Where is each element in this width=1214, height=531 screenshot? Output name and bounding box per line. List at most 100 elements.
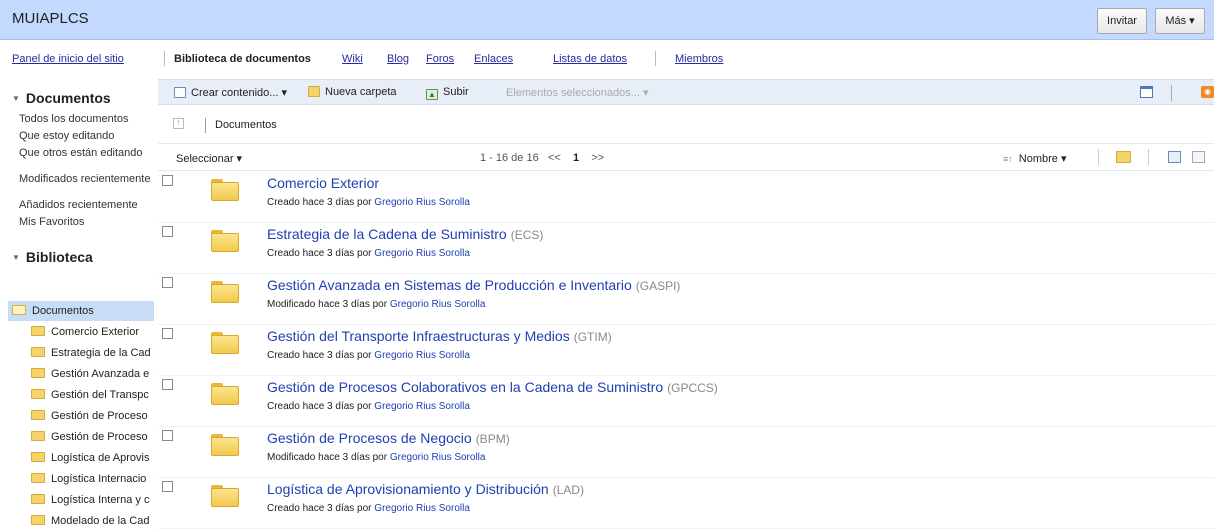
filter-recently-modified[interactable]: Modificados recientemente <box>19 173 156 185</box>
folder-up-icon[interactable]: ↑ <box>173 118 184 129</box>
author-link[interactable]: Gregorio Rius Sorolla <box>374 503 470 514</box>
show-folders-icon[interactable] <box>1116 151 1131 163</box>
site-navigation: Panel de inicio del sitio Biblioteca de … <box>0 41 1214 78</box>
folder-name: Comercio Exterior <box>267 175 380 191</box>
detailed-view-icon[interactable] <box>1168 151 1181 163</box>
site-header: MUIAPLCS Invitar Más ▾ <box>0 0 1214 40</box>
upload-button[interactable]: ▲ Subir <box>426 86 469 100</box>
tree-item[interactable]: Modelado de la Cad <box>31 511 155 531</box>
tree-item-documents-root[interactable]: Documentos <box>12 301 136 321</box>
selected-items-menu[interactable]: Elementos seleccionados... ▾ <box>506 86 648 99</box>
simple-view-icon[interactable] <box>1192 151 1205 163</box>
nav-divider <box>164 51 165 66</box>
tree-item-label: Gestión Avanzada e <box>51 368 150 380</box>
tree-item[interactable]: Estrategia de la Cad <box>31 343 155 363</box>
folder-abbreviation: (BPM) <box>475 432 510 446</box>
row-checkbox[interactable] <box>162 328 173 339</box>
breadcrumb-current[interactable]: Documentos <box>215 119 277 131</box>
filter-all-documents[interactable]: Todos los documentos <box>19 113 156 125</box>
row-checkbox[interactable] <box>162 226 173 237</box>
filter-others-editing[interactable]: Que otros están editando <box>19 147 156 159</box>
tree-item[interactable]: Logística de Aprovis <box>31 448 155 468</box>
tree-item[interactable]: Gestión de Proceso <box>31 427 155 447</box>
folder-icon[interactable] <box>211 179 239 201</box>
author-link[interactable]: Gregorio Rius Sorolla <box>374 350 470 361</box>
folder-title-link[interactable]: Estrategia de la Cadena de Suministro (EC… <box>267 226 543 242</box>
sort-menu[interactable]: ≡↑ Nombre ▾ <box>1003 152 1066 165</box>
pagination-next[interactable]: >> <box>591 152 604 164</box>
filter-recently-added[interactable]: Añadidos recientemente <box>19 199 156 211</box>
row-checkbox[interactable] <box>162 430 173 441</box>
folder-icon[interactable] <box>211 230 239 252</box>
more-button[interactable]: Más ▾ <box>1155 8 1205 34</box>
folder-icon[interactable] <box>211 332 239 354</box>
folder-title-link[interactable]: Gestión del Transporte Infraestructuras … <box>267 328 612 344</box>
select-menu[interactable]: Seleccionar ▾ <box>176 152 242 165</box>
author-link[interactable]: Gregorio Rius Sorolla <box>390 452 486 463</box>
filter-editing[interactable]: Que estoy editando <box>19 130 156 142</box>
row-checkbox[interactable] <box>162 277 173 288</box>
folder-icon[interactable] <box>211 383 239 405</box>
nav-blog[interactable]: Blog <box>387 53 409 65</box>
author-link[interactable]: Gregorio Rius Sorolla <box>390 299 486 310</box>
folder-icon[interactable] <box>211 281 239 303</box>
nav-members[interactable]: Miembros <box>675 53 723 65</box>
nav-wiki[interactable]: Wiki <box>342 53 363 65</box>
row-checkbox[interactable] <box>162 481 173 492</box>
filter-favorites[interactable]: Mis Favoritos <box>19 216 156 228</box>
library-section-heading[interactable]: ▼ Biblioteca <box>12 249 93 265</box>
sort-field-label: Nombre ▾ <box>1018 153 1067 165</box>
folder-icon <box>31 410 45 420</box>
breadcrumb-divider <box>205 118 206 133</box>
meta-text: Creado hace 3 días por <box>267 401 372 412</box>
invite-button[interactable]: Invitar <box>1097 8 1147 34</box>
tree-item[interactable]: Logística Interna y c <box>31 490 155 510</box>
folder-name: Gestión del Transporte Infraestructuras … <box>267 328 570 344</box>
list-item: Estrategia de la Cadena de Suministro (EC… <box>158 223 1214 274</box>
folder-title-link[interactable]: Logística de Aprovisionamiento y Distrib… <box>267 481 584 497</box>
tree-item-label: Logística Internacio <box>51 473 147 485</box>
tree-item[interactable]: Logística Internacio <box>31 469 155 489</box>
nav-data-lists[interactable]: Listas de datos <box>553 53 627 65</box>
folder-icon[interactable] <box>211 485 239 507</box>
header-divider <box>1148 149 1149 165</box>
pagination-prev[interactable]: << <box>548 152 561 164</box>
collapse-triangle-icon: ▼ <box>12 94 20 103</box>
collapse-triangle-icon: ▼ <box>12 253 20 262</box>
new-folder-button[interactable]: Nueva carpeta <box>308 86 397 98</box>
tree-item[interactable]: Gestión del Transpc <box>31 385 155 405</box>
folder-icon[interactable] <box>211 434 239 456</box>
meta-text: Creado hace 3 días por <box>267 503 372 514</box>
nav-document-library[interactable]: Biblioteca de documentos <box>174 53 311 65</box>
tree-item[interactable]: Gestión Avanzada e <box>31 364 155 384</box>
folder-title-link[interactable]: Gestión de Procesos de Negocio (BPM) <box>267 430 510 446</box>
nav-forums[interactable]: Foros <box>426 53 454 65</box>
upload-icon: ▲ <box>426 89 438 100</box>
tree-item-label: Logística Interna y c <box>51 494 150 506</box>
tree-item[interactable]: Comercio Exterior <box>31 322 155 342</box>
row-checkbox[interactable] <box>162 379 173 390</box>
document-toolbar: Crear contenido... ▾ Nueva carpeta ▲ Subi… <box>158 79 1214 105</box>
list-item: Comercio Exterior Creado hace 3 días por… <box>158 172 1214 223</box>
folder-title-link[interactable]: Gestión Avanzada en Sistemas de Producci… <box>267 277 680 293</box>
tree-item-label: Modelado de la Cad <box>51 515 150 527</box>
folder-title-link[interactable]: Gestión de Procesos Colaborativos en la … <box>267 379 718 395</box>
tree-item[interactable]: Gestión de Proceso <box>31 406 155 426</box>
tree-item-label: Gestión del Transpc <box>51 389 149 401</box>
list-item: Logística de Aprovisionamiento y Distrib… <box>158 478 1214 529</box>
folder-meta: Creado hace 3 días por Gregorio Rius Sor… <box>267 350 470 361</box>
author-link[interactable]: Gregorio Rius Sorolla <box>374 401 470 412</box>
create-content-button[interactable]: Crear contenido... ▾ <box>174 86 287 99</box>
meta-text: Creado hace 3 días por <box>267 248 372 259</box>
row-checkbox[interactable] <box>162 175 173 186</box>
author-link[interactable]: Gregorio Rius Sorolla <box>374 197 470 208</box>
list-item: Gestión Avanzada en Sistemas de Producci… <box>158 274 1214 325</box>
nav-site-dashboard[interactable]: Panel de inicio del sitio <box>12 53 124 65</box>
nav-links[interactable]: Enlaces <box>474 53 513 65</box>
rss-feed-icon[interactable]: ◉ <box>1201 86 1214 98</box>
documents-section-heading[interactable]: ▼ Documentos <box>12 90 111 106</box>
author-link[interactable]: Gregorio Rius Sorolla <box>374 248 470 259</box>
folder-title-link[interactable]: Comercio Exterior <box>267 175 383 191</box>
folder-icon <box>31 347 45 357</box>
layout-toggle-icon[interactable] <box>1140 86 1153 98</box>
